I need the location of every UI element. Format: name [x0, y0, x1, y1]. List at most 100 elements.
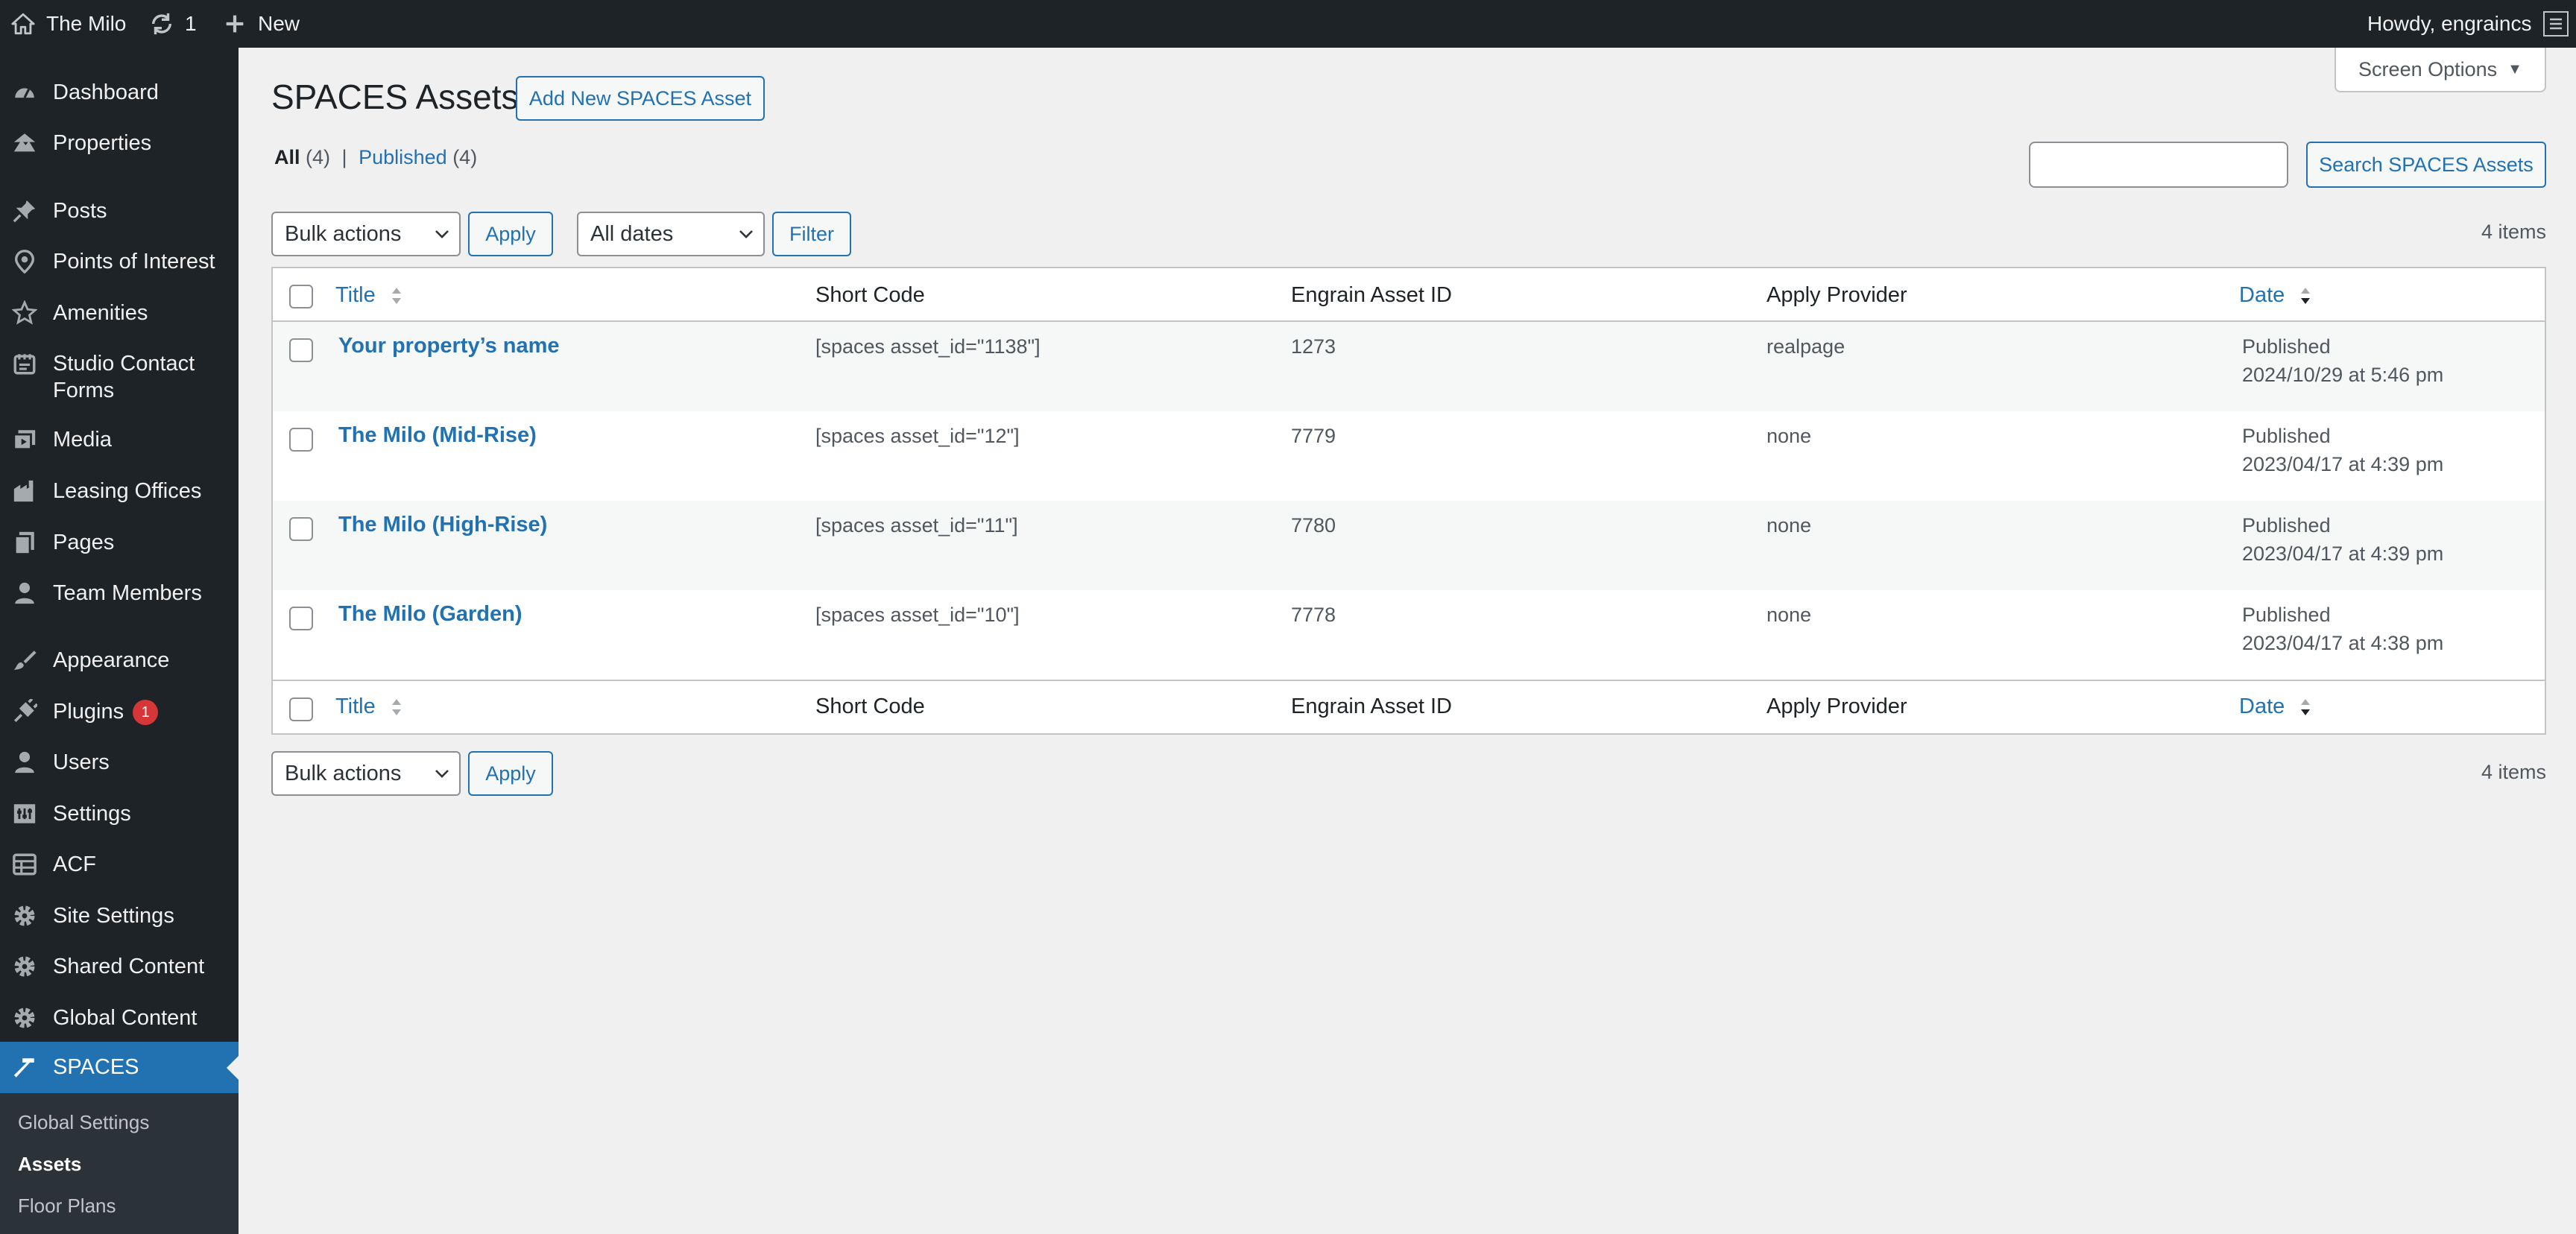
bulk-actions-select-bottom[interactable]: Bulk actions	[271, 751, 461, 796]
row-title-link[interactable]: The Milo (Mid-Rise)	[338, 423, 537, 448]
menu-team-members[interactable]: Team Members	[0, 575, 239, 611]
menu-users[interactable]: Users	[0, 744, 239, 780]
dashboard-icon	[10, 78, 39, 107]
search-input[interactable]	[2029, 142, 2288, 188]
row-date: 2023/04/17 at 4:39 pm	[2242, 453, 2444, 475]
apply-button-bottom[interactable]: Apply	[468, 751, 553, 796]
search-assets-button[interactable]: Search SPACES Assets	[2306, 142, 2546, 188]
subsubsub-views: All (4) | Published (4)	[274, 146, 477, 169]
menu-dashboard[interactable]: Dashboard	[0, 75, 239, 110]
menu-spaces-label: SPACES	[53, 1055, 139, 1079]
menu-plugins-label-wrap: Plugins 1	[53, 698, 159, 726]
menu-settings[interactable]: Settings	[0, 796, 239, 832]
row-provider: none	[1767, 514, 1812, 537]
bulk-actions-select-top[interactable]: Bulk actions	[271, 212, 461, 256]
menu-amenities[interactable]: Amenities	[0, 295, 239, 331]
assets-table: Title Short Code Engrain Asset ID Apply …	[271, 267, 2546, 735]
star-icon	[10, 299, 39, 327]
row-status: Published	[2242, 425, 2331, 447]
column-date-sort-footer[interactable]: Date	[2239, 694, 2311, 719]
greeting: Howdy, engraincs	[2367, 12, 2532, 35]
page-title: SPACES Assets	[271, 77, 519, 116]
column-title-sort[interactable]: Title	[335, 283, 402, 308]
column-date-sort[interactable]: Date	[2239, 283, 2311, 308]
acf-icon	[10, 850, 39, 879]
dates-filter-value: All dates	[590, 221, 674, 246]
column-short-code: Short Code	[815, 283, 925, 307]
menu-leasing-offices[interactable]: Leasing Offices	[0, 473, 239, 509]
row-title-link[interactable]: Your property’s name	[338, 334, 560, 358]
add-new-asset-button[interactable]: Add New SPACES Asset	[516, 76, 765, 121]
view-all-link[interactable]: All	[274, 146, 300, 168]
new-content-link[interactable]: New	[222, 0, 300, 48]
row-title-link[interactable]: The Milo (High-Rise)	[338, 513, 547, 537]
filter-button[interactable]: Filter	[772, 212, 851, 256]
menu-users-label: Users	[53, 750, 110, 774]
row-asset-id: 1273	[1291, 335, 1336, 358]
paintbrush-icon	[10, 646, 39, 674]
row-checkbox[interactable]	[289, 338, 313, 362]
row-status: Published	[2242, 604, 2331, 626]
pages-icon	[10, 528, 39, 557]
column-title-label: Title	[335, 283, 376, 307]
dates-filter-select[interactable]: All dates	[577, 212, 765, 256]
view-published-link[interactable]: Published	[359, 146, 447, 168]
column-provider-footer: Apply Provider	[1767, 694, 1907, 718]
submenu-global-settings[interactable]: Global Settings	[18, 1111, 149, 1134]
row-status: Published	[2242, 514, 2331, 537]
column-asset-id-footer: Engrain Asset ID	[1291, 694, 1452, 718]
menu-settings-label: Settings	[53, 802, 131, 826]
site-name-link[interactable]: The Milo	[10, 0, 126, 48]
submenu-floor-plans[interactable]: Floor Plans	[18, 1195, 116, 1218]
row-checkbox[interactable]	[289, 428, 313, 452]
account-menu[interactable]: Howdy, engraincs	[2367, 0, 2569, 48]
triangle-down-icon: ▼	[2507, 60, 2522, 77]
menu-points-of-interest[interactable]: Points of Interest	[0, 244, 239, 279]
row-checkbox[interactable]	[289, 517, 313, 541]
menu-site-settings[interactable]: Site Settings	[0, 898, 239, 934]
gear-icon	[10, 1004, 39, 1032]
table-header: Title Short Code Engrain Asset ID Apply …	[273, 268, 2545, 322]
menu-media[interactable]: Media	[0, 422, 239, 458]
media-icon	[10, 425, 39, 454]
screen-options-label: Screen Options	[2358, 57, 2498, 80]
column-title-sort-footer[interactable]: Title	[335, 694, 402, 719]
column-short-code-footer: Short Code	[815, 694, 925, 718]
column-date-label: Date	[2239, 283, 2285, 307]
menu-posts[interactable]: Posts	[0, 193, 239, 229]
menu-global-content[interactable]: Global Content	[0, 1000, 239, 1036]
current-menu-arrow	[227, 1055, 239, 1080]
apply-button-top[interactable]: Apply	[468, 212, 553, 256]
pushpin-icon	[10, 197, 39, 225]
menu-pages[interactable]: Pages	[0, 525, 239, 560]
location-pin-icon	[10, 247, 39, 276]
sort-icon	[391, 288, 401, 305]
view-published-count: (4)	[452, 146, 478, 168]
chevron-down-icon	[435, 770, 449, 778]
select-all-checkbox-footer[interactable]	[289, 697, 313, 721]
menu-global-content-label: Global Content	[53, 1006, 198, 1030]
menu-poi-label: Points of Interest	[53, 250, 215, 273]
menu-spaces[interactable]: SPACES	[0, 1042, 239, 1093]
menu-pages-label: Pages	[53, 531, 115, 554]
properties-icon	[10, 129, 39, 157]
menu-studio-contact-forms[interactable]: Studio Contact Forms	[0, 346, 239, 408]
menu-shared-content[interactable]: Shared Content	[0, 949, 239, 984]
row-asset-id: 7780	[1291, 514, 1336, 537]
updates-link[interactable]: 1	[149, 0, 197, 48]
row-title-link[interactable]: The Milo (Garden)	[338, 602, 523, 627]
select-all-checkbox[interactable]	[289, 285, 313, 308]
settings-icon	[10, 800, 39, 828]
row-status: Published	[2242, 335, 2331, 358]
row-short-code: [spaces asset_id="1138"]	[815, 335, 1041, 358]
menu-acf[interactable]: ACF	[0, 847, 239, 882]
menu-plugins[interactable]: Plugins 1	[0, 694, 239, 730]
menu-properties[interactable]: Properties	[0, 125, 239, 161]
avatar	[2543, 11, 2569, 37]
new-label: New	[258, 12, 300, 35]
menu-appearance[interactable]: Appearance	[0, 642, 239, 678]
submenu-assets[interactable]: Assets	[18, 1153, 81, 1176]
chevron-down-icon	[435, 230, 449, 238]
row-checkbox[interactable]	[289, 607, 313, 630]
screen-options-button[interactable]: Screen Options ▼	[2334, 48, 2546, 92]
